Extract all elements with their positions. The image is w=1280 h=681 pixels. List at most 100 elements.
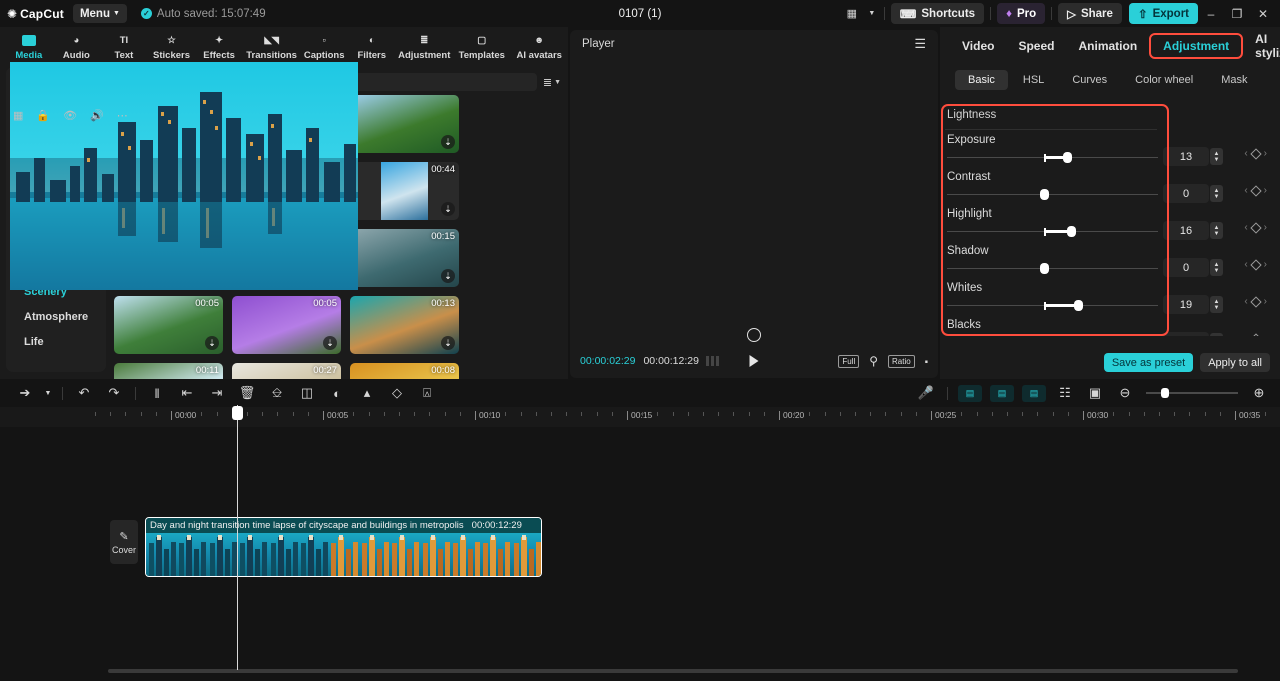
tab-ai-avatars[interactable]: ☻AI avatars (511, 28, 568, 66)
timeline-ruler[interactable]: 00:0000:0500:1000:1500:2000:2500:3000:35 (0, 407, 1280, 427)
zoom-slider-knob[interactable] (1161, 388, 1169, 398)
layout-icon[interactable]: ▦ (838, 3, 866, 24)
adsorb-button[interactable]: ☷ (1050, 380, 1080, 406)
delete-button[interactable]: 🗑 (232, 380, 262, 406)
export-button[interactable]: ⇧ Export (1129, 3, 1198, 24)
keyframe-next-icon[interactable]: › (1264, 333, 1267, 336)
slider-track-whites[interactable] (947, 305, 1158, 306)
slider-stepper-blacks[interactable]: ▲▼ (1210, 333, 1223, 336)
cover-button[interactable]: ✎ Cover (110, 520, 138, 564)
slider-knob-contrast[interactable] (1040, 189, 1049, 200)
hamburger-icon[interactable]: ☰ (914, 36, 926, 52)
keyframe-next-icon[interactable]: › (1264, 222, 1267, 233)
download-icon[interactable]: ⇣ (205, 336, 219, 350)
link-button[interactable]: ▤ (1022, 385, 1046, 402)
track-more-button[interactable]: ⋯ (117, 109, 128, 122)
keyframe-next-icon[interactable]: › (1264, 259, 1267, 270)
play-icon[interactable] (750, 355, 759, 367)
preview-button[interactable]: ▣ (1080, 380, 1110, 406)
slider-value-exposure[interactable]: 13 (1163, 147, 1209, 166)
track-lock-toggle[interactable]: 🔒 (36, 109, 50, 122)
slider-knob-whites[interactable] (1074, 300, 1083, 311)
tab-adjustment[interactable]: ≣Adjustment (396, 28, 453, 66)
keyframe-prev-icon[interactable]: ‹ (1244, 296, 1247, 307)
restore-button[interactable]: ❐ (1224, 0, 1250, 27)
slider-stepper-whites[interactable]: ▲▼ (1210, 296, 1223, 313)
rotate-button[interactable]: ◇ (382, 380, 412, 406)
zoom-fit-icon[interactable]: ⚲ (869, 354, 878, 368)
properties-tab-adjustment[interactable]: Adjustment (1149, 33, 1243, 59)
sidebar-item-atmosphere[interactable]: Atmosphere (12, 304, 100, 329)
menu-button[interactable]: Menu ▼ (73, 4, 127, 23)
media-thumbnail[interactable]: 00:44⇣ (350, 162, 459, 220)
select-dropdown[interactable]: ▼ (40, 380, 56, 406)
track-mute-toggle[interactable]: 🔊 (90, 109, 104, 122)
keyframe-add-icon[interactable] (1250, 148, 1261, 159)
slider-track-contrast[interactable] (947, 194, 1158, 195)
tab-effects[interactable]: ✦Effects (195, 28, 243, 66)
slider-value-highlight[interactable]: 16 (1163, 221, 1209, 240)
keyframe-next-icon[interactable]: › (1264, 296, 1267, 307)
trim-left-button[interactable]: ⇤ (172, 380, 202, 406)
subtab-basic[interactable]: Basic (955, 70, 1008, 90)
slider-track-shadow[interactable] (947, 268, 1158, 269)
slider-stepper-exposure[interactable]: ▲▼ (1210, 148, 1223, 165)
fullscreen-icon[interactable]: ⬝ (925, 354, 928, 369)
download-icon[interactable]: ⇣ (441, 336, 455, 350)
timeline-clip[interactable]: Day and night transition time lapse of c… (145, 517, 542, 577)
media-thumbnail[interactable]: 00:11⇣ (114, 363, 223, 379)
zoom-in-icon[interactable]: ⊕ (1244, 380, 1274, 406)
magnetic-button[interactable]: ▤ (990, 385, 1014, 402)
pro-button[interactable]: ♦ Pro (997, 3, 1045, 24)
reverse-button[interactable]: ◐ (322, 380, 352, 406)
close-button[interactable]: ✕ (1250, 0, 1276, 27)
keyframe-prev-icon[interactable]: ‹ (1244, 185, 1247, 196)
sidebar-item-life[interactable]: Life (12, 329, 100, 354)
playhead-handle[interactable] (232, 406, 243, 420)
subtab-mask[interactable]: Mask (1208, 70, 1260, 90)
slider-stepper-shadow[interactable]: ▲▼ (1210, 259, 1223, 276)
apply-to-all-button[interactable]: Apply to all (1200, 353, 1270, 372)
slider-value-whites[interactable]: 19 (1163, 295, 1209, 314)
full-button[interactable]: Full (838, 355, 859, 368)
select-tool[interactable]: ➔ (10, 380, 40, 406)
tab-text[interactable]: TIText (100, 28, 148, 66)
tab-media[interactable]: Media (5, 28, 53, 66)
timeline-horizontal-scrollbar[interactable] (108, 669, 1238, 673)
keyframe-prev-icon[interactable]: ‹ (1244, 259, 1247, 270)
tab-stickers[interactable]: ☆Stickers (148, 28, 196, 66)
subtab-curves[interactable]: Curves (1059, 70, 1120, 90)
layout-chevron-down-icon[interactable]: ▼ (866, 3, 878, 24)
media-thumbnail[interactable]: 00:08⇣ (350, 363, 459, 379)
properties-tab-speed[interactable]: Speed (1006, 33, 1066, 59)
slider-knob-highlight[interactable] (1067, 226, 1076, 237)
share-button[interactable]: ▷ Share (1058, 3, 1122, 24)
minimize-button[interactable]: – (1198, 0, 1224, 27)
undo-button[interactable]: ↶ (69, 380, 99, 406)
mirror-button[interactable]: ▴ (352, 380, 382, 406)
download-icon[interactable]: ⇣ (323, 336, 337, 350)
slider-stepper-contrast[interactable]: ▲▼ (1210, 185, 1223, 202)
tab-transitions[interactable]: ◣◥Transitions (243, 28, 300, 66)
keyframe-icon[interactable] (706, 356, 719, 366)
crop-button[interactable]: ⍓ (412, 380, 442, 406)
properties-tab-video[interactable]: Video (950, 33, 1006, 59)
keyframe-next-icon[interactable]: › (1264, 185, 1267, 196)
trim-right-button[interactable]: ⇥ (202, 380, 232, 406)
slider-value-shadow[interactable]: 0 (1163, 258, 1209, 277)
properties-tab-animation[interactable]: Animation (1066, 33, 1149, 59)
slider-stepper-highlight[interactable]: ▲▼ (1210, 222, 1223, 239)
track-visibility-toggle[interactable]: 👁 (63, 109, 77, 122)
playhead[interactable] (237, 405, 238, 670)
subtab-color-wheel[interactable]: Color wheel (1122, 70, 1206, 90)
subtab-hsl[interactable]: HSL (1010, 70, 1057, 90)
keyframe-add-icon[interactable] (1250, 296, 1261, 307)
keyframe-prev-icon[interactable]: ‹ (1244, 222, 1247, 233)
tab-filters[interactable]: ◐Filters (348, 28, 396, 66)
keyframe-prev-icon[interactable]: ‹ (1244, 148, 1247, 159)
tab-templates[interactable]: ▢Templates (453, 28, 510, 66)
media-thumbnail[interactable]: 00:13⇣ (350, 296, 459, 354)
slider-track-highlight[interactable] (947, 231, 1158, 232)
save-as-preset-button[interactable]: Save as preset (1104, 353, 1193, 372)
keyframe-add-icon[interactable] (1250, 333, 1261, 336)
